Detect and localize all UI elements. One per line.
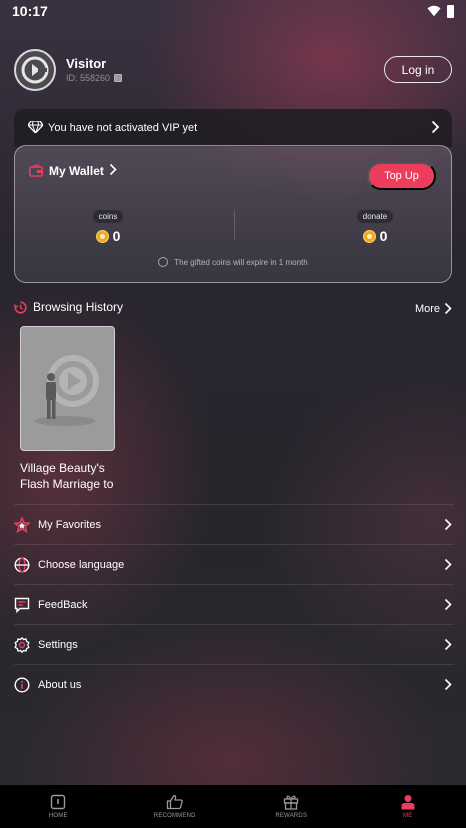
wifi-icon (427, 5, 441, 17)
globe-icon (14, 556, 30, 573)
nav-item-me[interactable]: ME (350, 785, 466, 828)
history-item[interactable]: Village Beauty's Flash Marriage to (20, 326, 115, 492)
info-circle-icon (158, 257, 169, 267)
vip-status-text: You have not activated VIP yet (48, 122, 198, 134)
placeholder-image-icon (35, 355, 99, 426)
status-icons (427, 4, 454, 18)
wallet-card: My Wallet Top Up coins 0 donate 0 The gi… (14, 145, 452, 283)
nav-label: RECOMMEND (153, 813, 196, 819)
info-icon (14, 676, 30, 693)
coin-icon (95, 229, 109, 243)
wallet-note: The gifted coins will expire in 1 month (15, 257, 451, 267)
donate-value: 0 (379, 228, 388, 244)
nav-label: ME (403, 813, 413, 819)
more-label: More (414, 302, 440, 315)
drama-title: Village Beauty's Flash Marriage to (20, 461, 114, 491)
coin-icon (362, 229, 376, 243)
menu-item-about[interactable]: About us (14, 664, 454, 704)
menu-label: About us (38, 678, 82, 691)
username: Visitor (66, 56, 107, 71)
chevron-right-icon (444, 302, 452, 315)
battery-icon (447, 4, 454, 18)
menu-item-language[interactable]: Choose language (14, 544, 454, 584)
home-icon (51, 794, 66, 810)
menu-item-settings[interactable]: Settings (14, 624, 454, 664)
chevron-right-icon[interactable] (109, 163, 117, 176)
donate-balance: donate 0 (315, 206, 435, 244)
nav-item-rewards[interactable]: REWARDS (233, 785, 350, 828)
nav-item-recommend[interactable]: RECOMMEND (117, 785, 234, 828)
bottom-nav: HOME RECOMMEND REWARDS ME (0, 785, 466, 828)
menu-label: Choose language (38, 558, 125, 571)
profile-header: Visitor ID: 558260 Log in (14, 49, 454, 93)
user-id: ID: 558260 (66, 73, 111, 83)
avatar[interactable] (14, 49, 56, 91)
coins-balance: coins 0 (48, 206, 168, 244)
person-icon (401, 795, 415, 810)
status-bar: 10:17 (0, 0, 466, 24)
copy-icon[interactable] (114, 74, 123, 82)
menu-label: My Favorites (38, 518, 101, 531)
wallet-divider (234, 210, 235, 240)
history-icon (14, 301, 27, 314)
browsing-history-header: Browsing History More (14, 298, 454, 318)
browsing-history-title: Browsing History (33, 300, 124, 314)
vip-banner[interactable]: You have not activated VIP yet (14, 109, 452, 147)
wallet-title[interactable]: My Wallet (49, 164, 104, 178)
gift-icon (284, 795, 299, 810)
more-link[interactable]: More (415, 302, 452, 315)
menu-item-feedback[interactable]: FeedBack (14, 584, 454, 624)
menu-label: Settings (38, 638, 78, 651)
thumbs-up-icon (166, 794, 183, 810)
menu-label: FeedBack (38, 598, 88, 611)
gear-icon (14, 636, 30, 653)
donate-label: donate (356, 210, 394, 223)
chevron-right-icon (444, 638, 452, 651)
chevron-right-icon (431, 120, 440, 134)
user-id-row: ID: 558260 (66, 73, 123, 83)
star-icon (14, 516, 30, 533)
wallet-note-text: The gifted coins will expire in 1 month (174, 257, 308, 267)
feedback-icon (14, 597, 30, 613)
top-up-button[interactable]: Top Up (367, 162, 436, 190)
status-time: 10:17 (12, 3, 48, 19)
coins-value: 0 (112, 228, 121, 244)
coins-label: coins (92, 210, 124, 223)
nav-label: HOME (48, 813, 68, 819)
menu-item-favorites[interactable]: My Favorites (14, 504, 454, 544)
chevron-right-icon (444, 598, 452, 611)
chevron-right-icon (444, 518, 452, 531)
nav-item-home[interactable]: HOME (0, 785, 117, 828)
diamond-icon (28, 121, 43, 133)
drama-cover-placeholder[interactable] (20, 326, 115, 451)
nav-label: REWARDS (275, 813, 308, 819)
chevron-right-icon (444, 678, 452, 691)
app-logo-icon (21, 56, 49, 84)
chevron-right-icon (444, 558, 452, 571)
wallet-icon (29, 164, 43, 177)
settings-menu: My Favorites Choose language FeedBack Se… (14, 504, 454, 704)
login-button[interactable]: Log in (384, 56, 452, 83)
